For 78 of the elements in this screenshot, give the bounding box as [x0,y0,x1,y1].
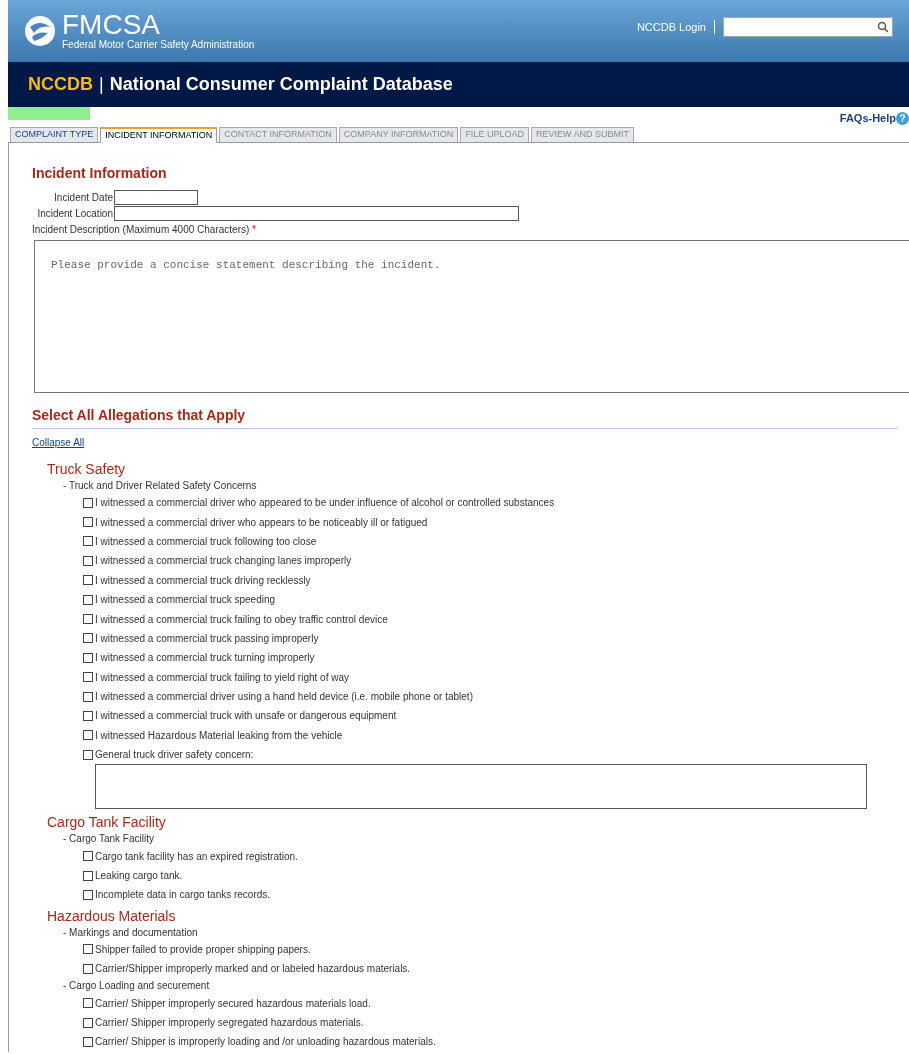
checkbox-label: Leaking cargo tank. [95,869,183,884]
checkbox[interactable] [83,889,93,900]
checkbox-label: I witnessed a commercial driver who appeared to be under influence of alcohol or controlled substances [95,496,555,511]
checkbox-label: I witnessed a commercial truck changing lanes improperly [95,554,352,569]
checkbox[interactable] [83,575,93,586]
checkbox[interactable] [83,998,93,1009]
checkbox-label: Carrier/ Shipper improperly segregated hazardous materials. [95,1016,364,1030]
tab[interactable]: FILE UPLOAD [460,127,529,142]
field-label: Incident Description (Maximum 4000 Characters) * [32,223,257,237]
checkbox-label: Carrier/ Shipper is improperly loading and /or unloading hazardous materials. [95,1035,436,1050]
checkbox-label: I witnessed a commercial truck passing improperly [95,631,319,646]
banner-acronym: NCCDB [28,73,93,96]
checkbox-label: Shipper failed to provide proper shipping papers. [95,942,311,957]
tab[interactable]: COMPLAINT TYPE [10,127,99,142]
checkbox[interactable] [83,652,93,663]
subcategory-label: - Cargo Loading and securement [63,979,210,994]
category-heading: Cargo Tank Facility [47,813,166,832]
checkbox[interactable] [83,870,93,881]
section-heading: Select All Allegations that Apply [32,406,247,424]
checkbox-label: I witnessed a commercial truck following too close [95,534,317,549]
checkbox[interactable] [83,749,93,760]
checkbox[interactable] [83,851,93,862]
checkbox-label: Cargo tank facility has an expired registration. [95,849,298,864]
tab[interactable]: CONTACT INFORMATION [219,127,337,142]
tab[interactable]: COMPANY INFORMATION [338,127,459,142]
banner-separator: | [99,73,104,96]
description-field[interactable]: Please provide a concise statement describing the incident. [34,240,909,393]
subcategory-label: - Truck and Driver Related Safety Concerns [63,479,257,493]
help-link[interactable]: FAQs-Help [839,110,896,127]
checkbox[interactable] [83,1036,93,1047]
checkbox-label: I witnessed a commercial driver using a hand held device (i.e. mobile phone or tablet) [95,690,473,705]
checkbox-label: I witnessed a commercial truck turning improperly [95,651,315,666]
checkbox[interactable] [83,672,93,683]
search-icon[interactable] [877,21,889,33]
checkbox[interactable] [83,594,93,605]
logo-icon [24,15,56,47]
checkbox-label: I witnessed a commercial truck speeding [95,593,276,608]
collapse-all-link[interactable]: Collapse All [32,435,85,450]
category-heading: Hazardous Materials [47,906,176,925]
login-link[interactable]: NCCDB Login [636,18,706,36]
field-label: Incident Location [36,207,114,221]
logo-text: FMCSA [62,11,161,39]
checkbox[interactable] [83,633,93,644]
help-icon[interactable]: ? [896,111,909,125]
banner-title: National Consumer Complaint Database [109,73,453,96]
checkbox-label: Carrier/ Shipper improperly secured hazardous materials load. [95,996,371,1011]
subcategory-label: - Cargo Tank Facility [63,832,154,847]
checkbox[interactable] [83,517,93,528]
checkbox-label: Incomplete data in cargo tanks records. [95,888,271,903]
checkbox[interactable] [83,944,93,955]
search-field[interactable] [723,17,893,37]
checkbox[interactable] [83,497,93,508]
logo-subtitle: Federal Motor Carrier Safety Administration [62,39,255,51]
checkbox[interactable] [83,555,93,566]
checkbox-label: I witnessed a commercial truck driving recklessly [95,573,311,588]
tab[interactable]: REVIEW AND SUBMIT [530,127,634,142]
checkbox-label: I witnessed a commercial truck failing to obey traffic control device [95,612,388,627]
checkbox[interactable] [83,711,93,721]
category-heading: Truck Safety [47,460,126,478]
checkbox-label: General truck driver safety concern: [95,748,254,763]
concern-text-field[interactable] [95,764,867,810]
subcategory-label: - Markings and documentation [63,925,198,940]
text-field[interactable] [114,190,198,205]
checkbox-label: Carrier/Shipper improperly marked and or labeled hazardous materials. [95,962,411,977]
checkbox[interactable] [83,730,93,741]
text-field[interactable] [114,206,519,221]
checkbox-label: I witnessed a commercial truck failing to yield right of way [95,670,349,685]
section-heading: Incident Information [32,165,168,181]
field-label: Incident Date [53,191,114,205]
checkbox[interactable] [83,691,93,702]
checkbox[interactable] [83,963,93,974]
checkbox[interactable] [83,614,93,625]
tab[interactable]: INCIDENT INFORMATION [100,127,218,143]
checkbox[interactable] [83,1017,93,1028]
checkbox[interactable] [83,536,93,547]
checkbox-label: I witnessed a commercial driver who appears to be noticeably ill or fatigued [95,515,428,530]
checkbox-label: I witnessed Hazardous Material leaking from the vehicle [95,728,343,743]
checkbox-label: I witnessed a commercial truck with unsafe or dangerous equipment [95,709,397,724]
